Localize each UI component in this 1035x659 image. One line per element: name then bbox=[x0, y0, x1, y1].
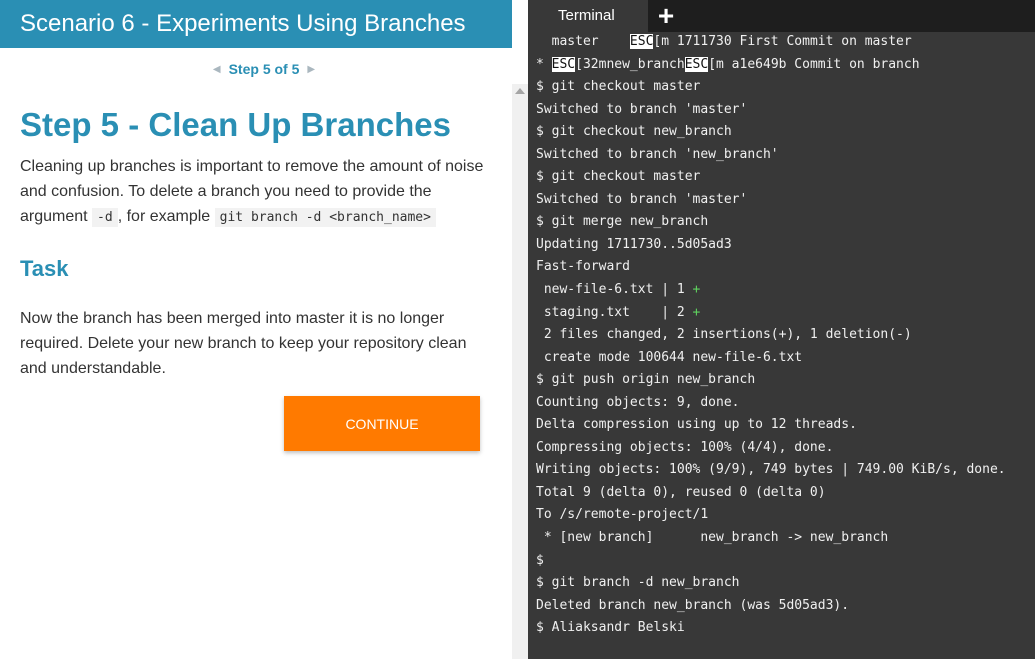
step-indicator: Step 5 of 5 bbox=[228, 61, 300, 77]
terminal-line: Compressing objects: 100% (4/4), done. bbox=[536, 437, 1035, 460]
terminal-text: [32mnew_branch bbox=[575, 56, 685, 72]
terminal-line: Counting objects: 9, done. bbox=[536, 392, 1035, 415]
escape-sequence-marker: ESC bbox=[551, 56, 576, 72]
terminal-text: Fast-forward bbox=[536, 259, 630, 275]
terminal-text: To /s/remote-project/1 bbox=[536, 507, 709, 523]
terminal-line: $ git checkout master bbox=[536, 166, 1035, 189]
scenario-title: Scenario 6 - Experiments Using Branches bbox=[0, 0, 512, 48]
terminal-text: Switched to branch 'master' bbox=[536, 101, 748, 117]
add-tab-plus-icon[interactable]: + bbox=[655, 2, 677, 30]
terminal-text: $ git checkout new_branch bbox=[536, 124, 732, 140]
terminal-line: Updating 1711730..5d05ad3 bbox=[536, 234, 1035, 257]
terminal-line: Switched to branch 'new_branch' bbox=[536, 144, 1035, 167]
scenario-panel: Scenario 6 - Experiments Using Branches … bbox=[0, 0, 512, 659]
terminal-text: $ git branch -d new_branch bbox=[536, 575, 740, 591]
terminal-text: create mode 100644 new-file-6.txt bbox=[536, 349, 803, 365]
terminal-text: Counting objects: 9, done. bbox=[536, 394, 740, 410]
terminal-line: Fast-forward bbox=[536, 256, 1035, 279]
terminal-line: $ git merge new_branch bbox=[536, 211, 1035, 234]
terminal-text: $ Aliaksandr Belski bbox=[536, 620, 685, 636]
terminal-line: master ESC[m 1711730 First Commit on mas… bbox=[536, 31, 1035, 54]
terminal-text: Updating 1711730..5d05ad3 bbox=[536, 236, 732, 252]
task-heading: Task bbox=[20, 256, 69, 281]
task-description: Now the branch has been merged into mast… bbox=[20, 310, 467, 377]
terminal-line: staging.txt | 2 + bbox=[536, 302, 1035, 325]
terminal-line: To /s/remote-project/1 bbox=[536, 504, 1035, 527]
terminal-output[interactable]: master ESC[m 1711730 First Commit on mas… bbox=[536, 31, 1035, 640]
terminal-line: $ git checkout new_branch bbox=[536, 121, 1035, 144]
example-code: git branch -d <branch_name> bbox=[214, 208, 436, 227]
diff-plus-marker: + bbox=[692, 282, 701, 298]
flag-code: -d bbox=[92, 208, 118, 227]
terminal-text: $ git checkout master bbox=[536, 79, 701, 95]
terminal-line: Delta compression using up to 12 threads… bbox=[536, 414, 1035, 437]
terminal-text: Delta compression using up to 12 threads… bbox=[536, 417, 857, 433]
terminal-tab-bar: Terminal + bbox=[528, 0, 1035, 32]
terminal-line: $ git checkout master bbox=[536, 76, 1035, 99]
terminal-line: new-file-6.txt | 1 + bbox=[536, 279, 1035, 302]
diff-plus-marker: + bbox=[692, 304, 701, 320]
terminal-line: $ git branch -d new_branch bbox=[536, 572, 1035, 595]
terminal-line: Total 9 (delta 0), reused 0 (delta 0) bbox=[536, 482, 1035, 505]
chevron-right-icon[interactable]: ▶ bbox=[307, 64, 315, 75]
terminal-text: * [new branch] new_branch -> new_branch bbox=[536, 530, 889, 546]
terminal-text: [m 1711730 First Commit on master bbox=[653, 34, 912, 49]
terminal-line: $ git push origin new_branch bbox=[536, 369, 1035, 392]
terminal-text: Deleted branch new_branch (was 5d05ad3). bbox=[536, 597, 850, 613]
terminal-line: $ Aliaksandr Belski bbox=[536, 617, 1035, 640]
terminal-text: 2 files changed, 2 insertions(+), 1 dele… bbox=[536, 327, 912, 343]
description-text-mid: , for example bbox=[117, 208, 215, 225]
terminal-text: $ git push origin new_branch bbox=[536, 372, 756, 388]
terminal-text: Compressing objects: 100% (4/4), done. bbox=[536, 439, 834, 455]
terminal-line: create mode 100644 new-file-6.txt bbox=[536, 347, 1035, 370]
terminal-line: Switched to branch 'master' bbox=[536, 189, 1035, 212]
terminal-line: Writing objects: 100% (9/9), 749 bytes |… bbox=[536, 459, 1035, 482]
terminal-line: $ bbox=[536, 550, 1035, 573]
escape-sequence-marker: ESC bbox=[629, 34, 654, 49]
tab-terminal[interactable]: Terminal bbox=[528, 0, 648, 32]
scroll-up-arrow-icon[interactable] bbox=[515, 88, 525, 94]
terminal-text: $ git merge new_branch bbox=[536, 214, 709, 230]
escape-sequence-marker: ESC bbox=[684, 56, 709, 72]
terminal-line: * ESC[32mnew_branchESC[m a1e649b Commit … bbox=[536, 54, 1035, 77]
terminal-text: $ bbox=[536, 552, 544, 568]
terminal-text: Total 9 (delta 0), reused 0 (delta 0) bbox=[536, 484, 826, 500]
terminal-text: new-file-6.txt | 1 bbox=[536, 282, 693, 298]
step-content: Step 5 - Clean Up Branches Cleaning up b… bbox=[20, 100, 490, 381]
terminal-text: staging.txt | 2 bbox=[536, 304, 693, 320]
terminal-text: [m a1e649b Commit on branch bbox=[708, 56, 920, 72]
terminal-text: * bbox=[536, 56, 552, 72]
terminal-line: * [new branch] new_branch -> new_branch bbox=[536, 527, 1035, 550]
step-title: Step 5 - Clean Up Branches bbox=[20, 106, 451, 143]
terminal-text: master bbox=[536, 34, 630, 49]
chevron-left-icon[interactable]: ◀ bbox=[213, 64, 221, 75]
terminal-panel[interactable]: Terminal + master ESC[m 1711730 First Co… bbox=[528, 0, 1035, 659]
terminal-line: 2 files changed, 2 insertions(+), 1 dele… bbox=[536, 324, 1035, 347]
terminal-line: Switched to branch 'master' bbox=[536, 99, 1035, 122]
continue-button[interactable]: CONTINUE bbox=[284, 396, 480, 451]
step-description: Cleaning up branches is important to rem… bbox=[20, 154, 490, 230]
terminal-text: Switched to branch 'new_branch' bbox=[536, 146, 779, 162]
terminal-text: Switched to branch 'master' bbox=[536, 191, 748, 207]
step-navigator: ◀ Step 5 of 5 ▶ bbox=[0, 56, 512, 82]
terminal-text: $ git checkout master bbox=[536, 169, 701, 185]
scrollbar[interactable] bbox=[512, 84, 528, 659]
terminal-line: Deleted branch new_branch (was 5d05ad3). bbox=[536, 595, 1035, 618]
terminal-text: Writing objects: 100% (9/9), 749 bytes |… bbox=[536, 462, 1006, 478]
